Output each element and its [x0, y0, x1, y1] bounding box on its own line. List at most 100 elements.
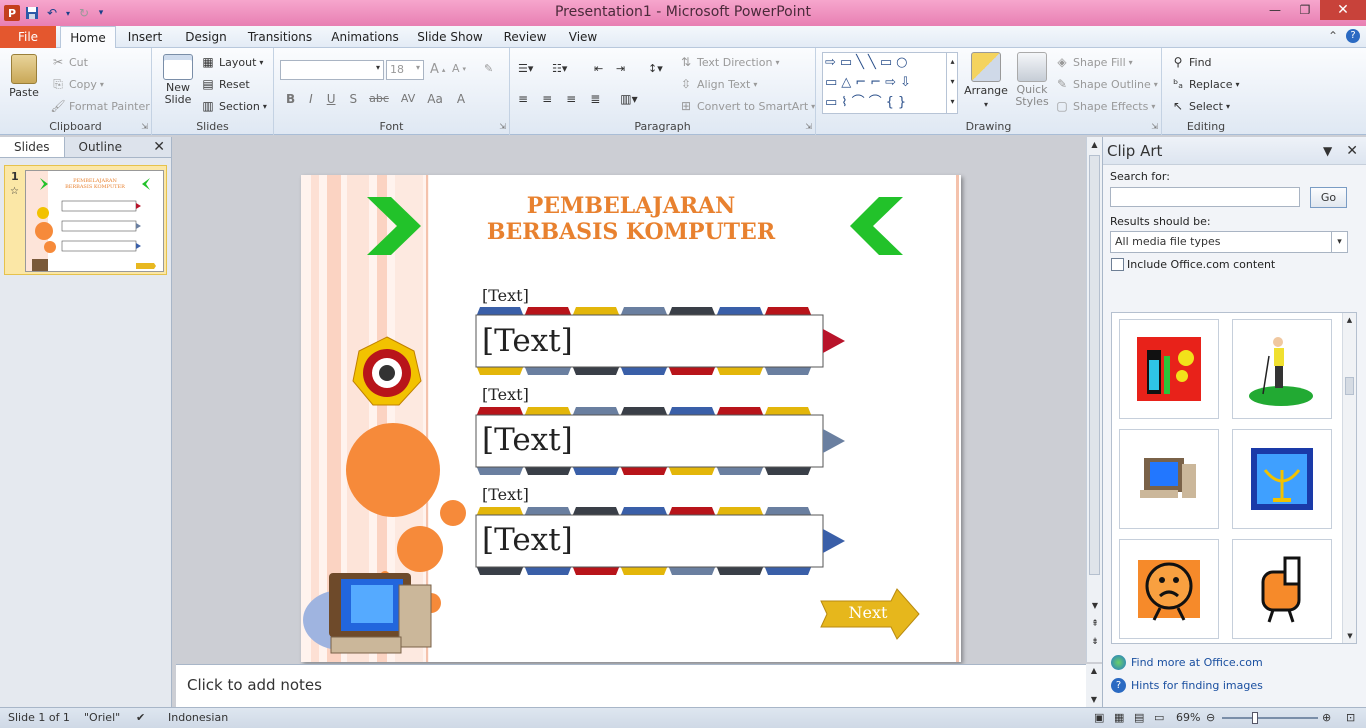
notes-pane[interactable]: Click to add notes	[176, 664, 1086, 707]
restore-icon[interactable]: ❐	[1290, 0, 1320, 20]
slide-canvas[interactable]: PEMBELAJARAN BERBASIS KOMPUTER [Text] [T…	[301, 175, 961, 662]
clip-art-item-3[interactable]	[1119, 429, 1219, 529]
grow-font-icon[interactable]: A ▴	[430, 62, 445, 77]
strikethrough-icon[interactable]: abc	[369, 92, 389, 106]
tab-home[interactable]: Home	[60, 26, 116, 49]
cut-button[interactable]: ✂ Cut	[50, 54, 88, 70]
chevron-down-icon[interactable]: ▾	[1331, 232, 1347, 252]
bullets-icon[interactable]: ☰▾	[518, 62, 533, 75]
minimize-ribbon-icon[interactable]: ⌃	[1328, 29, 1338, 43]
slideshow-view-icon[interactable]: ▭	[1154, 711, 1164, 724]
find-button[interactable]: ⚲ Find	[1170, 54, 1212, 70]
text-direction-button[interactable]: ⇅ Text Direction ▾	[678, 54, 779, 70]
shape-effects-button[interactable]: ▢ Shape Effects ▾	[1054, 98, 1155, 114]
theme-name[interactable]: "Oriel"	[84, 711, 120, 724]
underline-icon[interactable]: U	[327, 92, 336, 106]
shape-outline-button[interactable]: ✎ Shape Outline ▾	[1054, 76, 1158, 92]
minimize-icon[interactable]: —	[1260, 0, 1290, 20]
reading-view-icon[interactable]: ▤	[1134, 711, 1144, 724]
line-spacing-icon[interactable]: ↕▾	[648, 62, 663, 75]
align-left-icon[interactable]: ≡	[518, 92, 528, 106]
tab-review[interactable]: Review	[498, 26, 552, 48]
normal-view-icon[interactable]: ▣	[1094, 711, 1104, 724]
numbering-icon[interactable]: ☷▾	[552, 62, 567, 75]
arrange-button[interactable]: Arrange ▾	[964, 52, 1008, 110]
next-slide-icon[interactable]: ⇟	[1087, 634, 1103, 650]
zoom-level[interactable]: 69%	[1176, 711, 1200, 724]
slide-thumbnail-selected[interactable]: 1 ☆ PEMBELAJARAN BERBASIS KOMPUTER	[4, 165, 167, 275]
item-3-textbox[interactable]: [Text]	[482, 522, 573, 558]
justify-icon[interactable]: ≣	[590, 92, 600, 106]
tab-view[interactable]: View	[562, 26, 604, 48]
clip-art-item-6[interactable]	[1232, 539, 1332, 639]
decrease-indent-icon[interactable]: ⇤	[594, 62, 603, 75]
paragraph-launcher-icon[interactable]: ⇲	[805, 122, 812, 131]
format-painter-button[interactable]: 🖌 Format Painter	[50, 98, 149, 114]
editor-scrollbar[interactable]: ▲ ▼ ⇞ ⇟	[1086, 137, 1102, 662]
new-slide-button[interactable]: New Slide	[156, 54, 200, 106]
media-type-select[interactable]: All media file types ▾	[1110, 231, 1348, 253]
increase-indent-icon[interactable]: ⇥	[616, 62, 625, 75]
results-scroll-up-icon[interactable]: ▲	[1343, 313, 1356, 327]
previous-slide-icon[interactable]: ⇞	[1087, 616, 1103, 632]
item-2-label[interactable]: [Text]	[482, 385, 529, 404]
slide-title-line-2[interactable]: BERBASIS KOMPUTER	[451, 219, 811, 245]
notes-scroll-up-icon[interactable]: ▲	[1086, 664, 1102, 678]
item-2-textbox[interactable]: [Text]	[482, 422, 573, 458]
zoom-slider[interactable]	[1222, 717, 1318, 719]
zoom-in-icon[interactable]: ⊕	[1322, 711, 1331, 724]
clipboard-launcher-icon[interactable]: ⇲	[141, 122, 148, 131]
font-launcher-icon[interactable]: ⇲	[499, 122, 506, 131]
align-text-button[interactable]: ⇳ Align Text ▾	[678, 76, 757, 92]
search-input[interactable]	[1110, 187, 1300, 207]
reset-button[interactable]: ▤ Reset	[200, 76, 249, 92]
hints-link[interactable]: ? Hints for finding images	[1111, 678, 1263, 693]
spelling-check-icon[interactable]: ✔	[136, 711, 145, 724]
clip-art-item-2[interactable]	[1232, 319, 1332, 419]
notes-scroll-down-icon[interactable]: ▼	[1086, 693, 1102, 707]
scroll-up-icon[interactable]: ▲	[1087, 137, 1102, 153]
select-button[interactable]: ↖ Select ▾	[1170, 98, 1230, 114]
find-more-link[interactable]: Find more at Office.com	[1111, 655, 1263, 670]
tab-transitions[interactable]: Transitions	[243, 26, 317, 48]
copy-button[interactable]: ⎘ Copy ▾	[50, 76, 104, 92]
close-panel-icon[interactable]: ✕	[153, 139, 165, 155]
align-right-icon[interactable]: ≡	[566, 92, 576, 106]
clip-art-item-4[interactable]	[1232, 429, 1332, 529]
paste-button[interactable]: Paste	[4, 54, 44, 99]
go-button[interactable]: Go	[1310, 187, 1347, 208]
tab-slides[interactable]: Slides	[0, 137, 65, 157]
include-office-checkbox[interactable]	[1111, 258, 1124, 271]
results-scrollbar[interactable]: ▲ ▼	[1342, 313, 1356, 643]
shrink-font-icon[interactable]: A ▾	[452, 62, 466, 75]
tab-slide-show[interactable]: Slide Show	[413, 26, 487, 48]
tab-design[interactable]: Design	[180, 26, 232, 48]
spacing-icon[interactable]: AV	[401, 92, 415, 106]
close-pane-icon[interactable]: ✕	[1346, 143, 1358, 159]
results-scroll-down-icon[interactable]: ▼	[1343, 629, 1356, 643]
pane-options-icon[interactable]: ▼	[1323, 144, 1332, 158]
section-button[interactable]: ▥ Section ▾	[200, 98, 267, 114]
clip-art-item-1[interactable]	[1119, 319, 1219, 419]
slide-title-line-1[interactable]: PEMBELAJARAN	[471, 193, 791, 219]
scroll-thumb[interactable]	[1089, 155, 1100, 575]
help-icon[interactable]: ?	[1346, 29, 1360, 43]
notes-placeholder[interactable]: Click to add notes	[187, 676, 322, 694]
columns-icon[interactable]: ▥▾	[620, 92, 637, 106]
convert-smartart-button[interactable]: ⊞ Convert to SmartArt ▾	[678, 98, 815, 114]
clear-formatting-icon[interactable]: ✎	[484, 62, 493, 75]
shapes-scroll[interactable]: ▴ ▾ ▾	[946, 52, 958, 114]
bold-icon[interactable]: B	[286, 92, 295, 106]
tab-animations[interactable]: Animations	[328, 26, 402, 48]
align-center-icon[interactable]: ≡	[542, 92, 552, 106]
layout-button[interactable]: ▦ Layout ▾	[200, 54, 263, 70]
close-icon[interactable]: ✕	[1320, 0, 1366, 20]
zoom-slider-thumb[interactable]	[1252, 712, 1258, 724]
font-color-icon[interactable]: A	[457, 92, 465, 106]
fit-to-window-icon[interactable]: ⊡	[1346, 711, 1355, 724]
font-size-box[interactable]: 18 ▾	[386, 60, 424, 80]
shapes-gallery[interactable]: ⇨▭╲╲▭○ ▭△⌐⌐⇨⇩ ▭⌇⌒⌒{}	[822, 52, 958, 114]
tab-insert[interactable]: Insert	[122, 26, 168, 48]
item-3-label[interactable]: [Text]	[482, 485, 529, 504]
tab-file[interactable]: File	[0, 26, 56, 48]
